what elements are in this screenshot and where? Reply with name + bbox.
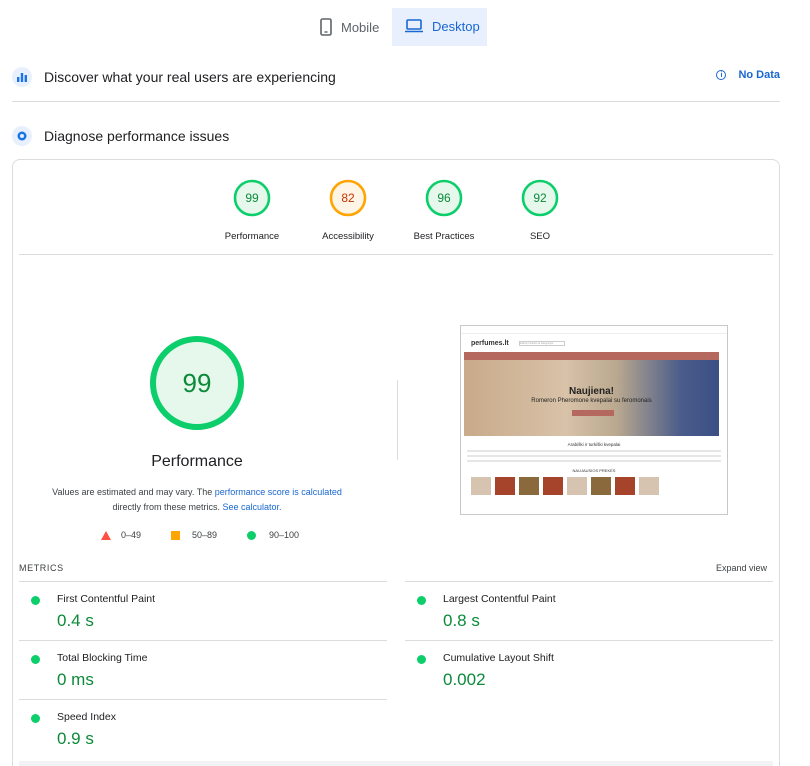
screenshot-nav (464, 352, 719, 360)
legend-fail-label: 0–49 (121, 530, 142, 540)
tab-desktop-label: Desktop (432, 18, 480, 34)
screenshot-new-title: NAUJAUSIOS PREKĖS (572, 468, 616, 473)
triangle-icon (101, 530, 111, 540)
screenshot-products (471, 477, 717, 495)
performance-description: Values are estimated and may vary. The p… (37, 485, 357, 515)
pass-circle-icon (31, 655, 40, 664)
legend-average-label: 50–89 (192, 530, 218, 540)
desc-text-2: directly from these metrics. (112, 502, 220, 512)
users-chart-icon (12, 67, 32, 87)
desc-text: Values are estimated and may vary. The (52, 487, 213, 497)
category-score: 96 (437, 191, 451, 205)
real-users-section: Discover what your real users are experi… (12, 62, 780, 92)
metric-name: Total Blocking Time (57, 652, 148, 664)
metric-name: Speed Index (57, 711, 116, 723)
metric-value: 0.9 s (57, 729, 94, 748)
metric-cumulative-layout-shift: Cumulative Layout Shift 0.002 (405, 641, 771, 699)
bottom-bar (19, 761, 773, 766)
legend-pass: 90–100 (247, 530, 299, 540)
category-best-practices[interactable]: 96 Best Practices (399, 179, 489, 242)
screenshot-paragraph (467, 450, 721, 452)
see-calculator-link[interactable]: See calculator. (223, 502, 282, 512)
info-icon: i (716, 70, 727, 80)
product-thumb (519, 477, 539, 495)
screenshot-hero-subtitle: Romeron Pheromone kvepalai su feromonais (531, 398, 652, 404)
screenshot-paragraph (467, 460, 721, 462)
legend-average: 50–89 (171, 530, 217, 540)
metric-value: 0.4 s (57, 611, 94, 630)
metric-speed-index: Speed Index 0.9 s (19, 700, 385, 758)
vertical-divider (397, 380, 398, 460)
pass-circle-icon (417, 655, 426, 664)
pass-circle-icon (31, 714, 40, 723)
tab-mobile-label: Mobile (341, 19, 380, 35)
product-thumb (567, 477, 587, 495)
square-icon (171, 530, 180, 540)
performance-title: Performance (151, 453, 243, 470)
category-accessibility[interactable]: 82 Accessibility (303, 179, 393, 242)
screenshot-topbar (461, 326, 727, 334)
category-seo[interactable]: 92 SEO (495, 179, 585, 242)
metric-name: Largest Contentful Paint (443, 593, 556, 605)
pass-circle-icon (417, 596, 426, 605)
tab-desktop[interactable]: Desktop (392, 8, 487, 46)
screenshot-section-title: Arabiški ir turkiški kvepalai (567, 442, 621, 447)
laptop-icon (405, 19, 423, 33)
metric-value: 0.002 (443, 670, 486, 689)
screenshot-search: Ieškoti produkto ar kategorijos (518, 340, 565, 346)
product-thumb (543, 477, 563, 495)
score-legend: 0–49 50–89 90–100 (101, 530, 321, 544)
expand-view-button[interactable]: Expand view (716, 563, 767, 573)
category-score: 92 (533, 191, 547, 205)
category-label: Performance (224, 231, 280, 242)
diagnose-title: Diagnose performance issues (44, 128, 230, 144)
report-card: 99 Performance 82 Accessibility 96 Best … (12, 159, 780, 766)
screenshot-paragraph (467, 455, 721, 457)
screenshot-logo: perfumes.lt (471, 339, 509, 347)
device-tabs: Mobile Desktop (0, 8, 810, 46)
screenshot-hero: Naujiena! Romeron Pheromone kvepalai su … (464, 360, 719, 436)
real-users-title: Discover what your real users are experi… (44, 69, 336, 85)
product-thumb (495, 477, 515, 495)
pass-circle-icon (31, 596, 40, 605)
category-label: Best Practices (413, 231, 475, 242)
lab-icon (12, 126, 32, 146)
metrics-heading: METRICS (19, 563, 64, 573)
tab-mobile[interactable]: Mobile (312, 8, 390, 46)
metric-total-blocking-time: Total Blocking Time 0 ms (19, 641, 385, 699)
no-data-link[interactable]: i No Data (716, 69, 780, 81)
category-score: 99 (245, 191, 259, 205)
metric-first-contentful-paint: First Contentful Paint 0.4 s (19, 582, 385, 640)
category-performance[interactable]: 99 Performance (207, 179, 297, 242)
metric-largest-contentful-paint: Largest Contentful Paint 0.8 s (405, 582, 771, 640)
page-screenshot[interactable]: perfumes.lt Ieškoti produkto ar kategori… (460, 325, 728, 515)
circle-icon (247, 530, 256, 540)
performance-score: 99 (182, 368, 212, 398)
category-score: 82 (341, 191, 355, 205)
no-data-label: No Data (738, 69, 780, 81)
product-thumb (615, 477, 635, 495)
section-divider (12, 101, 780, 102)
category-label: Accessibility (322, 231, 374, 242)
product-thumb (591, 477, 611, 495)
category-label: SEO (529, 231, 551, 242)
product-thumb (639, 477, 659, 495)
card-divider (19, 254, 773, 255)
metric-value: 0.8 s (443, 611, 480, 630)
performance-gauge: 99 (149, 335, 245, 431)
screenshot-hero-button (572, 410, 614, 416)
metric-name: First Contentful Paint (57, 593, 156, 605)
score-calculated-link[interactable]: performance score is calculated (215, 487, 342, 497)
screenshot-header: perfumes.lt Ieškoti produkto ar kategori… (461, 334, 727, 352)
phone-icon (320, 18, 332, 36)
screenshot-hero-title: Naujiena! (568, 386, 614, 397)
metric-name: Cumulative Layout Shift (443, 652, 554, 664)
legend-pass-label: 90–100 (269, 530, 300, 540)
diagnose-section: Diagnose performance issues (12, 121, 780, 151)
legend-fail: 0–49 (101, 530, 141, 540)
metric-value: 0 ms (57, 670, 94, 689)
product-thumb (471, 477, 491, 495)
